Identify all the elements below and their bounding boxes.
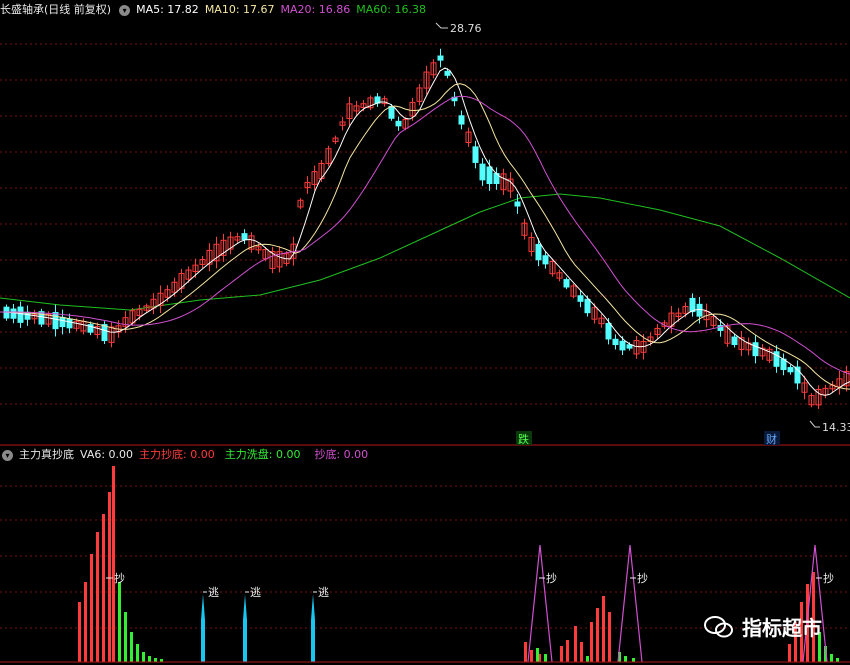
stock-title[interactable]: 长盛轴承(日线 前复权) xyxy=(0,3,111,16)
event-tag-1-label: 跌 xyxy=(518,432,529,446)
ma20-readout: MA20: 16.86 xyxy=(280,3,351,16)
signal-markers: 抄 逃 逃 逃 抄 抄 抄 xyxy=(106,571,834,599)
ma5-readout: MA5: 17.82 xyxy=(136,3,199,16)
price-low-label: 14.33 xyxy=(822,421,850,434)
price-high-label: 28.76 xyxy=(450,22,482,35)
ma60-line xyxy=(0,193,850,311)
high-pointer xyxy=(435,22,448,29)
chaodi-readout: 抄底: 0.00 xyxy=(314,448,369,461)
chao-marker-1: 抄 xyxy=(114,571,125,585)
tao-marker-3: 逃 xyxy=(318,586,329,599)
chevron-down-icon[interactable]: ▾ xyxy=(119,4,131,16)
zhuli-xipan-readout: 主力洗盘: 0.00 xyxy=(224,448,301,461)
chao-marker-2: 抄 xyxy=(546,571,557,585)
main-chart-header: 长盛轴承(日线 前复权) ▾ MA5: 17.82 MA10: 17.67 MA20: … xyxy=(0,1,432,19)
tao-marker-2: 逃 xyxy=(250,586,261,599)
va6-readout: VA6: 0.00 xyxy=(80,448,134,461)
chevron-down-icon[interactable]: ▾ xyxy=(2,449,13,461)
low-pointer xyxy=(809,420,820,428)
chao-marker-3: 抄 xyxy=(637,571,648,585)
watermark-text: 指标超市 xyxy=(742,616,822,640)
zhuli-chaodi-readout: 主力抄底: 0.00 xyxy=(139,448,215,461)
ma-lines xyxy=(0,67,850,396)
event-tag-2-label: 财 xyxy=(766,432,777,446)
wechat-icon xyxy=(704,615,733,637)
ma60-readout: MA60: 16.38 xyxy=(356,3,426,16)
grid xyxy=(0,43,850,629)
chart-canvas: 28.76 14.33 跌 财 抄 逃 逃 逃 抄 抄 抄 xyxy=(0,22,850,663)
indicator-header: ▾ 主力真抄底 VA6: 0.00 主力抄底: 0.00 主力洗盘: 0.00 抄底: 0… xyxy=(0,446,374,464)
indicator-title[interactable]: 主力真抄底 xyxy=(19,448,74,461)
watermark: 指标超市 xyxy=(704,612,822,641)
chao-marker-4: 抄 xyxy=(823,571,834,585)
tao-marker-1: 逃 xyxy=(208,586,219,599)
candlestick-series[interactable] xyxy=(3,48,850,409)
ma10-readout: MA10: 17.67 xyxy=(204,3,275,16)
